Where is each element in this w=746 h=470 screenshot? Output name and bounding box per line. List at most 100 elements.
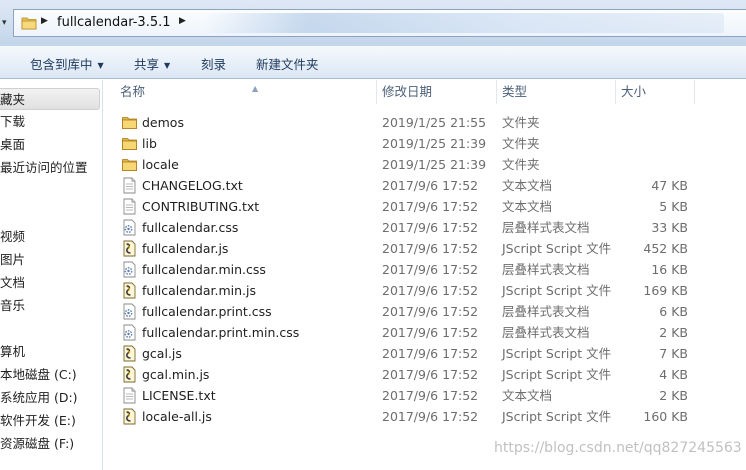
column-header-date[interactable]: 修改日期 bbox=[377, 80, 497, 104]
file-size: 7 KB bbox=[659, 346, 688, 361]
file-row[interactable]: locale-all.js 2017/9/6 17:52 JScript Scrip… bbox=[104, 406, 746, 427]
file-modified-date: 2017/9/6 17:52 bbox=[382, 178, 479, 193]
nav-item-computer[interactable]: 算机 bbox=[0, 341, 100, 363]
share-button[interactable]: 共享 ▼ bbox=[134, 54, 170, 73]
file-modified-date: 2017/9/6 17:52 bbox=[382, 409, 479, 424]
file-row[interactable]: CONTRIBUTING.txt 2017/9/6 17:52 文本文档 5 KB bbox=[104, 196, 746, 217]
text-file-icon bbox=[121, 387, 138, 404]
css-file-icon bbox=[121, 324, 138, 341]
file-name: fullcalendar.min.js bbox=[142, 283, 256, 298]
file-type: 文本文档 bbox=[502, 199, 553, 214]
file-type: 文本文档 bbox=[502, 388, 553, 403]
file-name: gcal.min.js bbox=[142, 367, 210, 382]
breadcrumb-current-folder[interactable]: fullcalendar-3.5.1 bbox=[57, 15, 171, 30]
file-type: 层叠样式表文档 bbox=[502, 325, 590, 340]
file-name: locale-all.js bbox=[142, 409, 212, 424]
file-size: 5 KB bbox=[659, 199, 688, 214]
file-size: 169 KB bbox=[643, 283, 688, 298]
file-modified-date: 2019/1/25 21:55 bbox=[382, 115, 487, 130]
include-in-library-button[interactable]: 包含到库中 ▼ bbox=[30, 54, 104, 73]
file-type: 层叠样式表文档 bbox=[502, 262, 590, 277]
file-list: 名称 ▲ 修改日期 类型 大小 demos 2019/1/25 21:55 文件夹 l… bbox=[104, 80, 746, 470]
js-file-icon bbox=[121, 408, 138, 425]
file-type: JScript Script 文件 bbox=[502, 409, 612, 424]
nav-item-videos[interactable]: 视频 bbox=[0, 226, 100, 248]
file-row[interactable]: fullcalendar.css 2017/9/6 17:52 层叠样式表文档 33 … bbox=[104, 217, 746, 238]
text-file-icon bbox=[121, 198, 138, 215]
file-row[interactable]: fullcalendar.print.css 2017/9/6 17:52 层叠样式… bbox=[104, 301, 746, 322]
file-type: JScript Script 文件 bbox=[502, 241, 612, 256]
file-type: 层叠样式表文档 bbox=[502, 304, 590, 319]
file-name: LICENSE.txt bbox=[142, 388, 216, 403]
css-file-icon bbox=[121, 261, 138, 278]
file-size: 2 KB bbox=[659, 325, 688, 340]
nav-item-downloads[interactable]: 下载 bbox=[0, 111, 100, 133]
column-header-type[interactable]: 类型 bbox=[497, 80, 616, 104]
navigation-pane: 藏夹 下载 桌面 最近访问的位置 视频 图片 文档 音乐 算机 本地磁盘 (C:… bbox=[0, 80, 103, 470]
new-folder-button[interactable]: 新建文件夹 bbox=[256, 54, 319, 73]
file-type: 文件夹 bbox=[502, 136, 540, 151]
file-row[interactable]: LICENSE.txt 2017/9/6 17:52 文本文档 2 KB bbox=[104, 385, 746, 406]
back-history-dropdown[interactable]: ▾ bbox=[0, 12, 12, 34]
nav-item-music[interactable]: 音乐 bbox=[0, 295, 100, 317]
address-bar[interactable]: ▶ fullcalendar-3.5.1 ▶ bbox=[13, 9, 746, 37]
folder-icon bbox=[21, 17, 37, 30]
folder-icon bbox=[121, 156, 138, 173]
js-file-icon bbox=[121, 240, 138, 257]
file-size bbox=[619, 154, 688, 175]
nav-item-favorites[interactable]: 藏夹 bbox=[0, 88, 100, 110]
nav-item-documents[interactable]: 文档 bbox=[0, 272, 100, 294]
file-row[interactable]: gcal.js 2017/9/6 17:52 JScript Script 文件 7 … bbox=[104, 343, 746, 364]
folder-icon bbox=[121, 135, 138, 152]
file-row[interactable]: CHANGELOG.txt 2017/9/6 17:52 文本文档 47 KB bbox=[104, 175, 746, 196]
nav-item-recent-places[interactable]: 最近访问的位置 bbox=[0, 157, 100, 179]
file-size: 160 KB bbox=[643, 409, 688, 424]
file-modified-date: 2017/9/6 17:52 bbox=[382, 388, 479, 403]
file-name: lib bbox=[142, 136, 157, 151]
nav-item-drive-f[interactable]: 资源磁盘 (F:) bbox=[0, 433, 100, 455]
file-modified-date: 2017/9/6 17:52 bbox=[382, 325, 479, 340]
file-name: fullcalendar.min.css bbox=[142, 262, 266, 277]
file-modified-date: 2017/9/6 17:52 bbox=[382, 346, 479, 361]
file-modified-date: 2017/9/6 17:52 bbox=[382, 283, 479, 298]
nav-item-desktop[interactable]: 桌面 bbox=[0, 134, 100, 156]
css-file-icon bbox=[121, 303, 138, 320]
file-size: 2 KB bbox=[659, 388, 688, 403]
nav-item-drive-d[interactable]: 系统应用 (D:) bbox=[0, 387, 100, 409]
nav-item-drive-c[interactable]: 本地磁盘 (C:) bbox=[0, 364, 100, 386]
burn-button[interactable]: 刻录 bbox=[201, 54, 226, 73]
file-size: 33 KB bbox=[651, 220, 688, 235]
file-type: 文本文档 bbox=[502, 178, 553, 193]
column-header-name[interactable]: 名称 ▲ bbox=[115, 80, 377, 104]
file-type: 文件夹 bbox=[502, 115, 540, 130]
column-header-row: 名称 ▲ 修改日期 类型 大小 bbox=[104, 80, 746, 104]
file-size bbox=[619, 133, 688, 154]
file-row[interactable]: fullcalendar.print.min.css 2017/9/6 17:52… bbox=[104, 322, 746, 343]
column-header-size[interactable]: 大小 bbox=[616, 80, 695, 104]
file-type: 文件夹 bbox=[502, 157, 540, 172]
file-row[interactable]: gcal.min.js 2017/9/6 17:52 JScript Script … bbox=[104, 364, 746, 385]
file-row[interactable]: lib 2019/1/25 21:39 文件夹 bbox=[104, 133, 746, 154]
file-size: 16 KB bbox=[651, 262, 688, 277]
file-name: demos bbox=[142, 115, 184, 130]
file-type: 层叠样式表文档 bbox=[502, 220, 590, 235]
file-row[interactable]: fullcalendar.min.js 2017/9/6 17:52 JScript… bbox=[104, 280, 746, 301]
file-row[interactable]: demos 2019/1/25 21:55 文件夹 bbox=[104, 112, 746, 133]
nav-item-drive-e[interactable]: 软件开发 (E:) bbox=[0, 410, 100, 432]
file-type: JScript Script 文件 bbox=[502, 367, 612, 382]
file-name: gcal.js bbox=[142, 346, 182, 361]
file-name: fullcalendar.print.css bbox=[142, 304, 272, 319]
file-name: fullcalendar.css bbox=[142, 220, 239, 235]
file-size: 6 KB bbox=[659, 304, 688, 319]
breadcrumb-separator-icon[interactable]: ▶ bbox=[179, 16, 186, 26]
css-file-icon bbox=[121, 219, 138, 236]
chevron-down-icon: ▼ bbox=[97, 61, 104, 70]
nav-item-pictures[interactable]: 图片 bbox=[0, 249, 100, 271]
breadcrumb-separator-icon[interactable]: ▶ bbox=[41, 16, 48, 26]
js-file-icon bbox=[121, 345, 138, 362]
file-row[interactable]: locale 2019/1/25 21:39 文件夹 bbox=[104, 154, 746, 175]
file-size bbox=[619, 112, 688, 133]
file-row[interactable]: fullcalendar.min.css 2017/9/6 17:52 层叠样式表文… bbox=[104, 259, 746, 280]
file-modified-date: 2017/9/6 17:52 bbox=[382, 262, 479, 277]
file-row[interactable]: fullcalendar.js 2017/9/6 17:52 JScript Scr… bbox=[104, 238, 746, 259]
